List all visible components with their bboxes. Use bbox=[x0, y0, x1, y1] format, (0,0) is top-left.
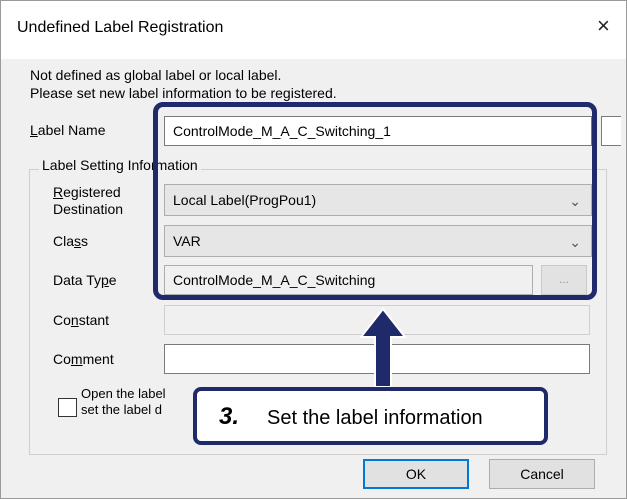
class-label-pre: Cla bbox=[53, 233, 75, 249]
comment-label-post: ment bbox=[82, 351, 114, 367]
comment-mnemonic: m bbox=[70, 351, 83, 367]
constant-mnemonic: n bbox=[70, 312, 79, 328]
callout-box: 3. Set the label information bbox=[193, 387, 548, 445]
callout-step-number: 3. bbox=[219, 403, 240, 430]
checkbox-label-line2: set the label d bbox=[81, 402, 162, 417]
data-type-label: Data Type bbox=[53, 272, 117, 289]
message-line-2: Please set new label information to be r… bbox=[30, 85, 337, 101]
checkbox-label-line1: Open the label bbox=[81, 386, 166, 401]
open-label-checkbox[interactable] bbox=[58, 398, 77, 417]
callout-arrow bbox=[358, 307, 408, 388]
dialog-title: Undefined Label Registration bbox=[17, 19, 224, 36]
constant-label: Constant bbox=[53, 312, 109, 329]
registered-destination-label-line1: Registered bbox=[53, 184, 121, 201]
data-type-mnemonic: p bbox=[101, 272, 109, 288]
callout-text: Set the label information bbox=[267, 407, 483, 429]
registered-destination-mnemonic: R bbox=[53, 184, 64, 200]
label-name-mnemonic: L bbox=[30, 122, 38, 138]
comment-label-pre: Co bbox=[53, 351, 71, 367]
data-type-label-pre: Data Ty bbox=[53, 272, 101, 288]
registered-destination-label-line2: Destination bbox=[53, 201, 124, 217]
undefined-label-registration-dialog: Undefined Label Registration × Not defin… bbox=[0, 0, 627, 499]
class-label-post: s bbox=[81, 233, 89, 249]
comment-label: Comment bbox=[53, 351, 114, 368]
label-name-input-edge bbox=[601, 116, 621, 146]
class-label: Class bbox=[53, 233, 88, 250]
class-mnemonic: s bbox=[74, 233, 82, 249]
cancel-button[interactable]: Cancel bbox=[489, 459, 595, 489]
title-bar: Undefined Label Registration × bbox=[1, 1, 626, 59]
message-line-1: Not defined as global label or local lab… bbox=[30, 67, 282, 83]
registered-destination-label-text: egistered bbox=[63, 184, 121, 200]
close-icon[interactable]: × bbox=[597, 15, 610, 37]
ok-button[interactable]: OK bbox=[363, 459, 469, 489]
label-name-label: Label Name bbox=[30, 122, 106, 139]
data-type-label-post: e bbox=[108, 272, 117, 288]
label-name-label-text: abel Name bbox=[37, 122, 106, 138]
constant-label-post: stant bbox=[78, 312, 110, 328]
constant-label-pre: Co bbox=[53, 312, 71, 328]
highlight-frame bbox=[153, 102, 597, 300]
